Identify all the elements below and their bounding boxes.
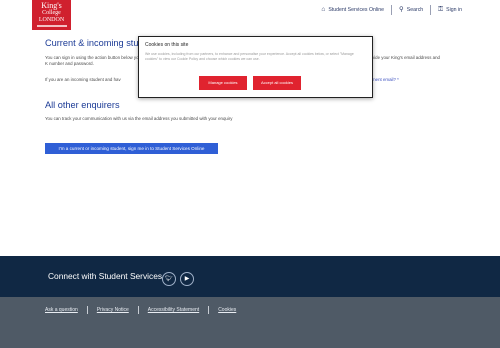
manage-cookies-button[interactable]: Manage cookies [199,76,247,90]
nav-student-services-online[interactable]: ⌂ Student Services Online [321,5,384,14]
footer-divider [86,306,88,314]
cookie-dialog-title: Cookies on this site [145,42,189,48]
footer-link-accessibility-statement[interactable]: Accessibility Statement [148,307,199,313]
footer-links: Ask a question Privacy Notice Accessibil… [45,306,236,314]
connect-title: Connect with Student Services [48,271,163,281]
other-enquirers-heading: All other enquirers [45,100,120,110]
site-header: King's College LONDON ⌂ Student Services… [0,0,500,30]
current-intro-text-right: vide your King's email address and [372,55,440,60]
youtube-icon[interactable]: ▶ [180,272,194,286]
nav-divider [430,5,432,15]
connect-section: Connect with Student Services 🐦︎ ▶ [0,256,500,297]
nav-search[interactable]: ⚲ Search [398,5,424,14]
kings-college-london-logo[interactable]: King's College LONDON [32,0,71,30]
incoming-email-link[interactable]: ment email? * [372,77,399,82]
key-icon: ⚿ [438,5,444,13]
footer-link-ask-question[interactable]: Ask a question [45,307,78,313]
nav-search-label: Search [406,7,424,13]
current-incoming-heading: Current & incoming stu [45,38,139,48]
footer-link-cookies[interactable]: Cookies [218,307,236,313]
footer-link-privacy-notice[interactable]: Privacy Notice [97,307,129,313]
sign-in-student-services-button[interactable]: I'm a current or incoming student, sign … [45,143,218,154]
cookie-consent-dialog: Cookies on this site We use cookies, inc… [138,36,373,98]
cookie-dialog-text: We use cookies, including from our partn… [145,52,354,61]
header-nav: ⌂ Student Services Online ⚲ Search ⚿ Sig… [321,4,462,16]
logo-line-3: LONDON [38,16,65,23]
nav-sign-in-label: Sign in [446,7,462,13]
other-enquirers-text: You can track your communication with us… [45,116,233,121]
current-intro-text: You can sign in using the action button … [45,55,143,67]
logo-stripe [36,25,67,27]
twitter-icon[interactable]: 🐦︎ [162,272,176,286]
site-footer: Ask a question Privacy Notice Accessibil… [0,297,500,348]
footer-divider [137,306,139,314]
incoming-student-text: If you are an incoming student and hav [45,77,121,82]
footer-divider [208,306,210,314]
nav-divider [390,5,392,15]
cookie-dialog-actions: Manage cookies Accept all cookies [199,76,301,90]
accept-all-cookies-button[interactable]: Accept all cookies [253,76,301,90]
nav-student-services-label: Student Services Online [328,7,384,13]
nav-sign-in[interactable]: ⚿ Sign in [438,5,462,14]
search-icon: ⚲ [398,5,404,13]
home-icon: ⌂ [321,5,326,13]
logo-line-1: King's [41,1,62,10]
